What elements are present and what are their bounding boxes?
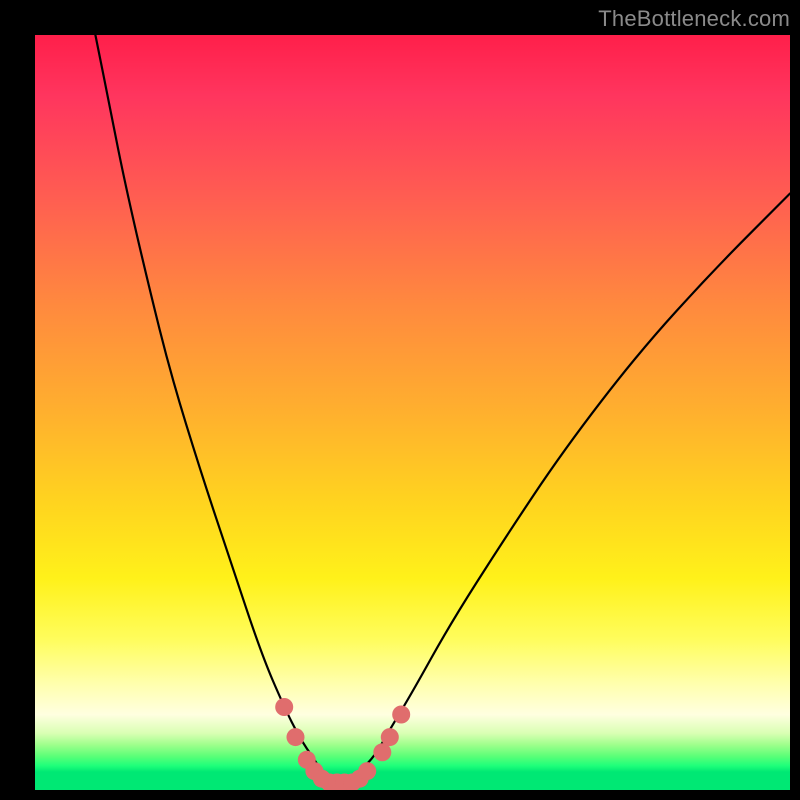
chart-frame: TheBottleneck.com [0,0,800,800]
highlight-dot [358,762,376,780]
highlight-dot [381,728,399,746]
watermark-text: TheBottleneck.com [598,6,790,32]
bottleneck-curve [95,35,790,783]
curve-layer [35,35,790,790]
highlight-dot [275,698,293,716]
highlight-dots [275,698,410,790]
plot-area [35,35,790,790]
highlight-dot [287,728,305,746]
highlight-dot [392,706,410,724]
